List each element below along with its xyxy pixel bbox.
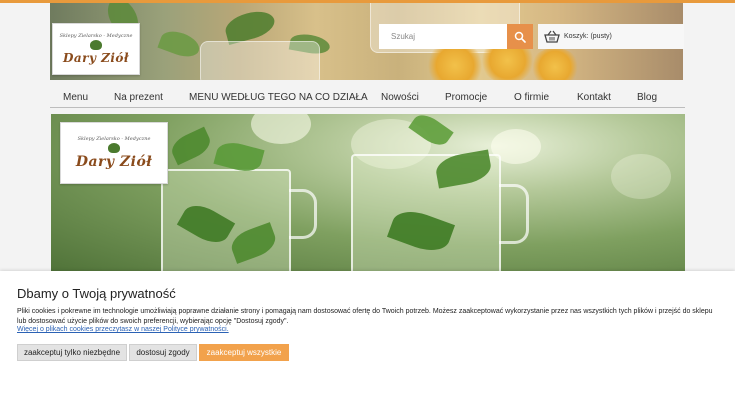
nav-item-nowosci[interactable]: Nowości bbox=[381, 92, 419, 103]
accept-necessary-button[interactable]: zaakceptuj tylko niezbędne bbox=[17, 344, 127, 361]
hero-logo-name: Dary Ziół bbox=[75, 154, 153, 170]
customize-consents-button[interactable]: dostosuj zgody bbox=[129, 344, 197, 361]
nav-item-menu-wedlug-dzialania[interactable]: MENU WEDŁUG TEGO NA CO DZIAŁA bbox=[189, 92, 368, 103]
nav-item-kontakt[interactable]: Kontakt bbox=[577, 92, 611, 103]
header-flower bbox=[530, 48, 580, 80]
header-leaf bbox=[157, 26, 203, 62]
main-nav: Menu Na prezent MENU WEDŁUG TEGO NA CO D… bbox=[50, 88, 685, 108]
nav-item-na-prezent[interactable]: Na prezent bbox=[114, 92, 163, 103]
cookie-title: Dbamy o Twoją prywatność bbox=[17, 286, 176, 301]
leaf-logo-icon bbox=[90, 40, 102, 50]
cart-label: Koszyk: (pusty) bbox=[564, 33, 612, 40]
nav-item-o-firmie[interactable]: O firmie bbox=[514, 92, 549, 103]
cookie-consent-panel: Dbamy o Twoją prywatność Pliki cookies i… bbox=[0, 271, 735, 413]
header-glass bbox=[200, 41, 320, 80]
hero-glass-handle bbox=[499, 184, 529, 244]
nav-item-promocje[interactable]: Promocje bbox=[445, 92, 487, 103]
hero-glass-handle bbox=[289, 189, 317, 239]
leaf-logo-icon bbox=[108, 143, 120, 153]
hero-logo: Sklepy Zielarsko - Medyczne Dary Ziół bbox=[60, 122, 168, 184]
hero-bokeh bbox=[251, 114, 311, 144]
cookie-text: Pliki cookies i pokrewne im technologie … bbox=[17, 308, 713, 325]
header-leaf bbox=[222, 6, 278, 46]
hero-logo-subtitle: Sklepy Zielarsko - Medyczne bbox=[77, 136, 151, 142]
basket-icon bbox=[544, 30, 560, 43]
accept-all-button[interactable]: zaakceptuj wszystkie bbox=[199, 344, 289, 361]
nav-item-blog[interactable]: Blog bbox=[637, 92, 657, 103]
search-input[interactable] bbox=[379, 24, 507, 49]
logo-subtitle: Sklepy Zielarsko - Medyczne bbox=[59, 33, 133, 39]
logo-name: Dary Ziół bbox=[62, 51, 130, 65]
search-icon bbox=[514, 31, 526, 43]
hero-bokeh bbox=[611, 154, 671, 199]
logo[interactable]: Sklepy Zielarsko - Medyczne Dary Ziół bbox=[52, 23, 140, 75]
top-links bbox=[590, 8, 686, 16]
nav-item-menu[interactable]: Menu bbox=[63, 92, 88, 103]
cart-button[interactable]: Koszyk: (pusty) bbox=[538, 24, 684, 49]
search-bar bbox=[379, 24, 533, 49]
privacy-policy-link[interactable]: Więcej o plikach cookies przeczytasz w n… bbox=[17, 326, 229, 333]
hero-mint-leaf bbox=[167, 126, 215, 166]
hero-banner[interactable]: Sklepy Zielarsko - Medyczne Dary Ziół bbox=[51, 114, 685, 274]
search-button[interactable] bbox=[507, 24, 533, 49]
